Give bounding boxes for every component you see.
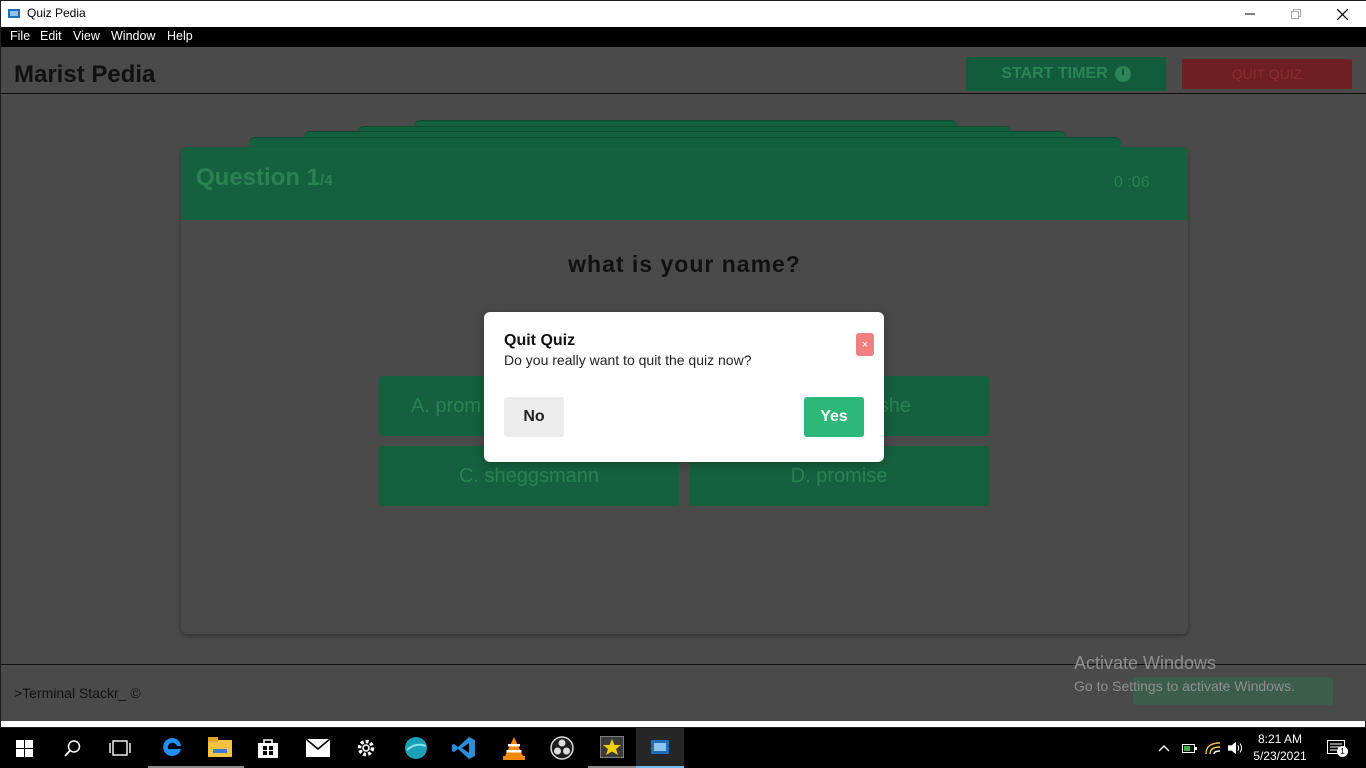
clock-tray[interactable]: 8:21 AM 5/23/2021	[1250, 731, 1310, 765]
clock-icon	[1114, 66, 1131, 82]
minimize-button[interactable]	[1227, 1, 1273, 27]
quit-quiz-dialog: Quit Quiz Do you really want to quit the…	[484, 312, 884, 462]
question-card-header: Question 1/4 0 :06	[181, 147, 1188, 220]
action-center-button[interactable]: 1	[1325, 740, 1348, 757]
taskbar-store[interactable]	[244, 728, 292, 768]
taskbar-obs[interactable]	[538, 728, 586, 768]
no-button[interactable]: No	[504, 397, 564, 437]
obs-icon	[550, 736, 574, 760]
settings-icon	[357, 739, 375, 757]
task-view-icon	[109, 740, 131, 756]
tray-time: 8:21 AM	[1257, 732, 1303, 746]
activate-windows-title: Activate Windows	[1074, 653, 1217, 673]
title-bar: Quiz Pedia	[1, 1, 1366, 27]
question-text: what is your name?	[568, 251, 801, 277]
restore-icon	[1291, 9, 1301, 19]
header-divider	[1, 93, 1366, 94]
wifi-icon	[1205, 742, 1221, 755]
search-icon	[63, 739, 80, 757]
file-explorer-icon	[208, 737, 232, 757]
close-button[interactable]	[1319, 1, 1365, 27]
taskbar-vscode[interactable]	[440, 728, 488, 768]
dialog-title: Quit Quiz	[504, 332, 576, 349]
tray-date: 5/23/2021	[1253, 749, 1307, 763]
taskbar-settings[interactable]	[342, 728, 390, 768]
menu-view[interactable]: View	[73, 29, 100, 43]
edge-icon	[163, 737, 181, 756]
menu-bar: File Edit View Window Help	[1, 27, 1366, 47]
battery-icon	[1182, 744, 1197, 753]
volume-tray[interactable]	[1228, 740, 1244, 756]
taskbar-edge[interactable]	[148, 728, 196, 768]
start-timer-label: START TIMER	[1001, 65, 1108, 82]
close-icon	[1336, 8, 1348, 20]
maximize-button[interactable]	[1273, 1, 1319, 27]
taskbar: 8:21 AM 5/23/2021 1	[0, 728, 1366, 768]
notification-badge: 1	[1337, 746, 1348, 757]
starred-app-icon	[600, 736, 624, 758]
brand-title: Marist Pedia	[14, 61, 156, 88]
taskbar-vlc[interactable]	[490, 728, 538, 768]
quit-quiz-button[interactable]: QUIT QUIZ	[1182, 59, 1352, 89]
app-window: Quiz Pedia File Edit View Window Help Ma…	[0, 0, 1366, 728]
volume-icon	[1228, 741, 1243, 755]
task-view-button[interactable]	[96, 728, 144, 768]
taskbar-file-explorer[interactable]	[196, 728, 244, 768]
app-icon	[8, 9, 20, 18]
store-icon	[258, 739, 278, 758]
minimize-icon	[1245, 13, 1255, 15]
taskbar-quiz-pedia[interactable]	[636, 728, 684, 768]
show-hidden-icons[interactable]	[1156, 740, 1172, 756]
menu-window[interactable]: Window	[111, 29, 155, 43]
search-button[interactable]	[48, 728, 96, 768]
question-number: Question 1/4	[196, 164, 333, 191]
dialog-close-button[interactable]: ×	[856, 333, 874, 356]
menu-help[interactable]: Help	[167, 29, 193, 43]
start-button[interactable]	[0, 728, 48, 768]
taskbar-mail[interactable]	[294, 728, 342, 768]
footer-credit: >Terminal Stackr_ ©	[14, 685, 141, 701]
vscode-icon	[452, 737, 475, 759]
browser-icon	[405, 737, 427, 759]
network-tray[interactable]	[1205, 740, 1221, 756]
menu-edit[interactable]: Edit	[40, 29, 62, 43]
menu-file[interactable]: File	[10, 29, 30, 43]
taskbar-browser[interactable]	[392, 728, 440, 768]
start-icon	[15, 739, 33, 757]
window-title: Quiz Pedia	[27, 6, 86, 20]
battery-tray[interactable]	[1182, 740, 1198, 756]
vlc-icon	[503, 737, 525, 760]
chevron-up-icon	[1158, 745, 1170, 752]
activate-windows-subtitle: Go to Settings to activate Windows.	[1074, 678, 1295, 694]
dialog-message: Do you really want to quit the quiz now?	[504, 352, 752, 368]
taskbar-starred-app[interactable]	[588, 728, 636, 768]
question-total: /4	[320, 172, 333, 189]
quiz-pedia-icon	[651, 740, 669, 754]
question-timer: 0 :06	[1114, 174, 1150, 191]
yes-button[interactable]: Yes	[804, 397, 864, 437]
start-timer-button[interactable]: START TIMER	[966, 57, 1166, 91]
mail-icon	[306, 739, 330, 757]
